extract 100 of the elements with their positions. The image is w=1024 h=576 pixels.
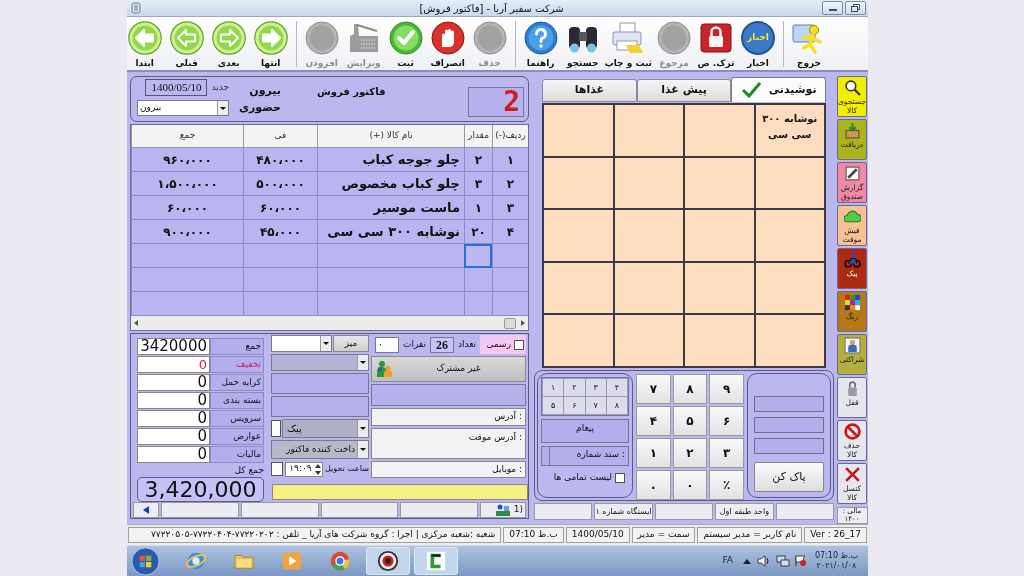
scroll-left-icon[interactable]	[134, 320, 138, 326]
total-value-field[interactable]: 0	[137, 356, 210, 373]
toolbar-button[interactable]: ثبت و چاپ	[603, 18, 653, 70]
count-field[interactable]: 26	[429, 336, 454, 353]
toolbar-button[interactable]: ابتدا	[123, 18, 166, 70]
category-tab[interactable]: نوشیدنی	[731, 77, 826, 102]
minimize-button[interactable]	[822, 1, 843, 15]
empty-cell	[492, 268, 528, 292]
speaker-icon[interactable]	[756, 555, 771, 567]
amount-field[interactable]	[754, 417, 824, 433]
column-header[interactable]: جمع	[131, 125, 243, 148]
category-tab[interactable]: پیش غذا	[636, 79, 732, 102]
shortcut-key[interactable]: ۴	[606, 379, 627, 396]
location-combo-box[interactable]: بیرون	[137, 100, 229, 116]
keypad-key[interactable]: ۷	[636, 374, 671, 404]
shortcut-key[interactable]: ۷	[585, 397, 606, 414]
column-header[interactable]: فی	[243, 125, 317, 148]
column-header[interactable]: نام کالا (+)	[317, 125, 464, 148]
toolbar-button[interactable]: ترک. ص	[695, 18, 737, 70]
taskbar-app-button[interactable]	[414, 547, 458, 575]
horizontal-scrollbar[interactable]	[131, 316, 528, 330]
flag-icon[interactable]	[794, 555, 807, 567]
toolbar-button[interactable]: قبلی	[165, 18, 208, 70]
status-field: Ver : 26_17	[804, 527, 867, 543]
keypad-key[interactable]: .	[636, 470, 671, 500]
total-value-field[interactable]: 0	[137, 374, 210, 391]
restore-button[interactable]	[845, 1, 866, 15]
taskbar-app-button[interactable]	[366, 547, 410, 575]
keypad-key[interactable]: ۸	[672, 374, 708, 404]
shortcut-key[interactable]: ۵	[543, 397, 564, 414]
amount-field[interactable]	[754, 438, 824, 454]
shortcut-key[interactable]: ۶	[564, 397, 585, 414]
input-field[interactable]	[271, 396, 369, 417]
address-field[interactable]: : آدرس	[371, 408, 526, 426]
keypad-key[interactable]: ۴	[636, 406, 671, 436]
toolbar-button[interactable]: جستجو	[561, 18, 604, 70]
entry-cell[interactable]	[131, 244, 243, 268]
persons-field[interactable]: ۰	[374, 336, 399, 353]
table-button[interactable]: میز	[333, 335, 369, 352]
previous-record-button[interactable]	[133, 502, 159, 518]
shortcut-key[interactable]: ۸	[606, 397, 627, 414]
tray-expand-icon[interactable]	[742, 558, 751, 564]
total-value-field[interactable]: 3420000	[137, 338, 210, 355]
toolbar-button[interactable]: اخبار اخبار	[737, 18, 779, 70]
total-value-field[interactable]: 0	[137, 410, 210, 427]
keypad-key[interactable]: ۱	[636, 438, 671, 468]
toolbar-button[interactable]: انتها	[249, 18, 292, 70]
language-indicator[interactable]: FA	[722, 554, 733, 568]
toolbar-button[interactable]: راهنما	[519, 18, 562, 70]
note-bar[interactable]	[272, 484, 528, 500]
scrollbar-thumb[interactable]	[504, 317, 516, 329]
entry-cell[interactable]	[464, 244, 492, 268]
network-icon[interactable]	[775, 555, 790, 567]
combo-box[interactable]	[271, 354, 369, 371]
customer-name-field[interactable]	[371, 384, 526, 406]
app-menu-icon[interactable]	[131, 2, 141, 14]
checkbox[interactable]	[514, 339, 524, 350]
payer-combo-box[interactable]: داخت کننده فاکتور	[271, 440, 369, 459]
clear-button[interactable]: پاک کن	[754, 462, 824, 492]
column-header[interactable]: مقدار	[464, 125, 492, 148]
entry-cell[interactable]	[317, 244, 464, 268]
keypad-key[interactable]: ۹	[709, 374, 744, 404]
customer-button[interactable]: غیر مشترک	[371, 356, 526, 382]
checkbox[interactable]	[615, 472, 625, 483]
total-value-field[interactable]: 0	[137, 392, 210, 409]
start-button[interactable]	[131, 546, 160, 576]
time-spinner[interactable]: ۱۹:۰۹	[285, 461, 323, 477]
shortcut-key[interactable]: ۱	[543, 379, 564, 396]
taskbar-clock[interactable]: ب.ظ 07:10 ۲۰۲۱/۰۱/۰۸	[814, 551, 858, 571]
toolbar-button[interactable]: انصراف	[426, 18, 469, 70]
input-field[interactable]	[271, 373, 369, 394]
dropdown-arrow-icon	[220, 106, 226, 110]
entry-cell[interactable]	[243, 244, 317, 268]
amount-field[interactable]	[754, 396, 824, 412]
column-header[interactable]: ردیف(-)	[492, 125, 528, 148]
checkbox[interactable]	[271, 420, 281, 437]
menu-item-button[interactable]: نوشابه ۳۰۰ سی سی	[755, 105, 824, 156]
total-value-field[interactable]: 0	[137, 428, 210, 445]
mobile-field[interactable]: : موبایل	[371, 461, 526, 478]
courier-combo-box[interactable]: پیک	[282, 419, 369, 438]
keypad-key[interactable]: ۰	[672, 470, 708, 500]
keypad-key[interactable]: ۵	[672, 406, 708, 436]
total-value-field[interactable]: 0	[137, 446, 210, 463]
keypad-key[interactable]: ۳	[709, 438, 744, 468]
checkbox[interactable]	[271, 462, 283, 476]
toolbar-button[interactable]: ثبت	[384, 18, 427, 70]
temporary-address-field[interactable]: : آدرس موقت	[371, 428, 526, 459]
keypad-key[interactable]: ۲	[672, 438, 708, 468]
shortcut-key[interactable]: ۲	[564, 379, 585, 396]
keypad-key[interactable]: ۶	[709, 406, 744, 436]
document-number-field[interactable]: : سند شماره	[541, 446, 629, 466]
date-field[interactable]: 1400/05/10	[145, 79, 208, 96]
keypad-key[interactable]: ٪	[709, 470, 744, 500]
table-combo-box[interactable]	[271, 335, 332, 352]
toolbar-button[interactable]: خروج	[788, 18, 830, 70]
scroll-right-icon[interactable]	[521, 320, 525, 326]
toolbar-button[interactable]: بعدی	[207, 18, 250, 70]
message-field[interactable]: پیغام	[541, 419, 629, 443]
category-tab[interactable]: غذاها	[542, 79, 637, 102]
shortcut-key[interactable]: ۳	[585, 379, 606, 396]
